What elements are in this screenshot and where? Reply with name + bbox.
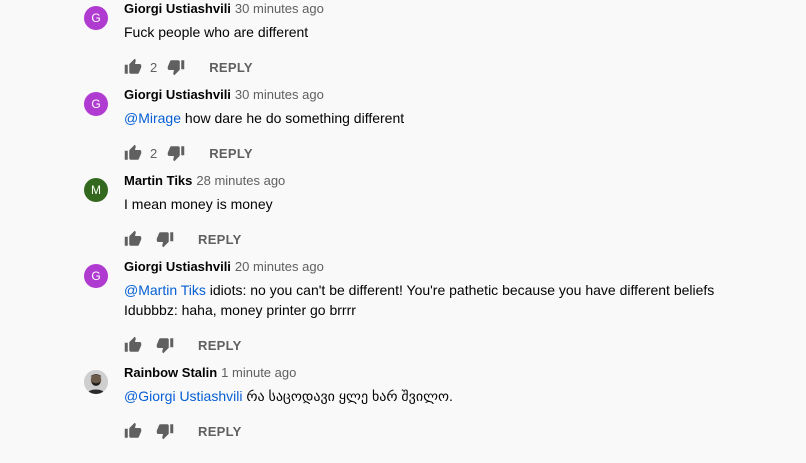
avatar[interactable]: G [84, 264, 108, 288]
thumb-up-icon[interactable] [124, 144, 142, 162]
comment-header: Martin Tiks 28 minutes ago [124, 172, 786, 190]
thumb-up-icon[interactable] [124, 58, 142, 76]
comment-actions: REPLY [124, 333, 242, 357]
comment-time[interactable]: 28 minutes ago [196, 173, 285, 188]
comment-time[interactable]: 30 minutes ago [235, 1, 324, 16]
avatar[interactable]: G [84, 6, 108, 30]
thumb-down-icon[interactable] [156, 230, 174, 248]
comment-body: Rainbow Stalin 1 minute ago @Giorgi Ustia… [124, 364, 786, 406]
avatar[interactable]: G [84, 92, 108, 116]
comment-text: @Mirage how dare he do something differe… [124, 108, 786, 128]
mention-link[interactable]: @Martin Tiks [124, 282, 206, 298]
comment-text-content: how dare he do something different [181, 110, 405, 126]
comment-body: Giorgi Ustiashvili 20 minutes ago @Martin… [124, 258, 786, 320]
thumb-down-icon[interactable] [156, 422, 174, 440]
thumb-down-icon[interactable] [156, 336, 174, 354]
user-photo-icon [84, 370, 108, 394]
thumb-up-icon[interactable] [124, 230, 142, 248]
avatar-letter: G [91, 11, 101, 25]
comment-text-content: I mean money is money [124, 196, 273, 212]
thumb-down-icon[interactable] [167, 144, 185, 162]
comment-header: Giorgi Ustiashvili 30 minutes ago [124, 0, 786, 18]
comment-author[interactable]: Giorgi Ustiashvili [124, 259, 231, 274]
comment-text-content: რა საცოდავი ყლე ხარ შვილო. [242, 388, 453, 404]
avatar-letter: G [91, 97, 101, 111]
comment-header: Rainbow Stalin 1 minute ago [124, 364, 786, 382]
reply-button[interactable]: REPLY [198, 338, 242, 353]
avatar[interactable] [84, 370, 108, 394]
comment-time[interactable]: 20 minutes ago [235, 259, 324, 274]
reply-button[interactable]: REPLY [198, 232, 242, 247]
comment-header: Giorgi Ustiashvili 20 minutes ago [124, 258, 786, 276]
avatar[interactable]: M [84, 178, 108, 202]
thumb-up-icon[interactable] [124, 422, 142, 440]
comment-body: Martin Tiks 28 minutes ago I mean money i… [124, 172, 786, 214]
thumb-up-icon[interactable] [124, 336, 142, 354]
like-count: 2 [150, 59, 158, 75]
comment-body: Giorgi Ustiashvili 30 minutes ago Fuck pe… [124, 0, 786, 42]
comment-author[interactable]: Martin Tiks [124, 173, 192, 188]
avatar-letter: M [91, 183, 101, 197]
comment-text: I mean money is money [124, 194, 786, 214]
comment-actions: REPLY [124, 227, 242, 251]
comment-text: Fuck people who are different [124, 22, 786, 42]
comment-author[interactable]: Giorgi Ustiashvili [124, 1, 231, 16]
comment-actions: 2 REPLY [124, 141, 253, 165]
reply-button[interactable]: REPLY [209, 60, 253, 75]
like-count: 2 [150, 145, 158, 161]
comment-time[interactable]: 1 minute ago [221, 365, 296, 380]
comment-actions: REPLY [124, 419, 242, 443]
comment-body: Giorgi Ustiashvili 30 minutes ago @Mirage… [124, 86, 786, 128]
comment-header: Giorgi Ustiashvili 30 minutes ago [124, 86, 786, 104]
comment-text-line2: Idubbbz: haha, money printer go brrrr [124, 302, 356, 318]
mention-link[interactable]: @Giorgi Ustiashvili [124, 388, 242, 404]
comment-author[interactable]: Giorgi Ustiashvili [124, 87, 231, 102]
mention-link[interactable]: @Mirage [124, 110, 181, 126]
comment-time[interactable]: 30 minutes ago [235, 87, 324, 102]
comment-text: @Giorgi Ustiashvili რა საცოდავი ყლე ხარ … [124, 386, 786, 406]
reply-button[interactable]: REPLY [209, 146, 253, 161]
comment-text-content: Fuck people who are different [124, 24, 309, 40]
comment-author[interactable]: Rainbow Stalin [124, 365, 217, 380]
comments-thread: G Giorgi Ustiashvili 30 minutes ago Fuck … [0, 0, 806, 463]
thumb-down-icon[interactable] [167, 58, 185, 76]
comment-actions: 2 REPLY [124, 55, 253, 79]
avatar-letter: G [91, 269, 101, 283]
comment-text-content: idiots: no you can't be different! You'r… [205, 282, 715, 298]
reply-button[interactable]: REPLY [198, 424, 242, 439]
comment-text: @Martin Tiks idiots: no you can't be dif… [124, 280, 786, 300]
